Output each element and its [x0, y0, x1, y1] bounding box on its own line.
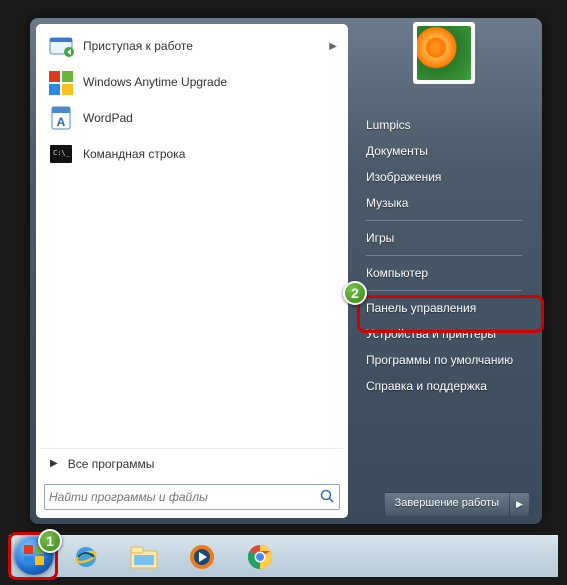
shutdown-options-arrow[interactable]: ▶ [509, 493, 529, 515]
all-programs-label: Все программы [68, 457, 155, 471]
program-getting-started[interactable]: Приступая к работе ▶ [40, 28, 344, 64]
recent-programs-list: Приступая к работе ▶ Windows Anytime Upg… [40, 28, 344, 448]
start-button[interactable] [14, 535, 54, 575]
user-picture-frame[interactable] [413, 22, 475, 84]
program-label: Командная строка [83, 147, 337, 161]
search-input[interactable] [49, 490, 319, 504]
search-icon[interactable] [319, 488, 335, 507]
chevron-right-icon: ▶ [329, 41, 337, 52]
search-box[interactable] [44, 484, 340, 510]
program-cmd[interactable]: C:\_ Командная строка [40, 136, 344, 172]
cmd-icon: C:\_ [47, 140, 75, 168]
all-programs-button[interactable]: ▶ Все программы [40, 448, 344, 478]
taskbar-explorer[interactable] [117, 540, 171, 574]
getting-started-icon [47, 32, 75, 60]
place-devices-printers[interactable]: Устройства и принтеры [358, 321, 530, 347]
place-control-panel[interactable]: Панель управления [358, 295, 530, 321]
separator [366, 220, 522, 221]
program-label: WordPad [83, 111, 337, 125]
place-help[interactable]: Справка и поддержка [358, 373, 530, 399]
svg-text:C:\_: C:\_ [53, 149, 71, 157]
places-list: Lumpics Документы Изображения Музыка Игр… [352, 112, 536, 488]
program-anytime-upgrade[interactable]: Windows Anytime Upgrade [40, 64, 344, 100]
taskbar-chrome[interactable] [233, 540, 287, 574]
program-wordpad[interactable]: A WordPad [40, 100, 344, 136]
shutdown-label: Завершение работы [385, 493, 509, 515]
triangle-right-icon: ▶ [50, 458, 58, 469]
shutdown-button[interactable]: Завершение работы ▶ [384, 492, 530, 516]
taskbar-ie[interactable] [59, 540, 113, 574]
user-picture [417, 26, 471, 80]
place-computer[interactable]: Компьютер [358, 260, 530, 286]
program-label: Windows Anytime Upgrade [83, 75, 337, 89]
wordpad-icon: A [47, 104, 75, 132]
place-music[interactable]: Музыка [358, 190, 530, 216]
places-panel: Lumpics Документы Изображения Музыка Игр… [352, 24, 536, 518]
place-user-folder[interactable]: Lumpics [358, 112, 530, 138]
program-label: Приступая к работе [83, 39, 329, 53]
svg-text:A: A [57, 115, 66, 129]
shutdown-row: Завершение работы ▶ [352, 488, 536, 518]
taskbar [9, 535, 558, 577]
anytime-upgrade-icon [47, 68, 75, 96]
separator [366, 290, 522, 291]
taskbar-media-player[interactable] [175, 540, 229, 574]
place-pictures[interactable]: Изображения [358, 164, 530, 190]
place-default-programs[interactable]: Программы по умолчанию [358, 347, 530, 373]
start-menu: Приступая к работе ▶ Windows Anytime Upg… [30, 18, 542, 524]
separator [366, 255, 522, 256]
programs-panel: Приступая к работе ▶ Windows Anytime Upg… [36, 24, 348, 518]
place-games[interactable]: Игры [358, 225, 530, 251]
place-documents[interactable]: Документы [358, 138, 530, 164]
